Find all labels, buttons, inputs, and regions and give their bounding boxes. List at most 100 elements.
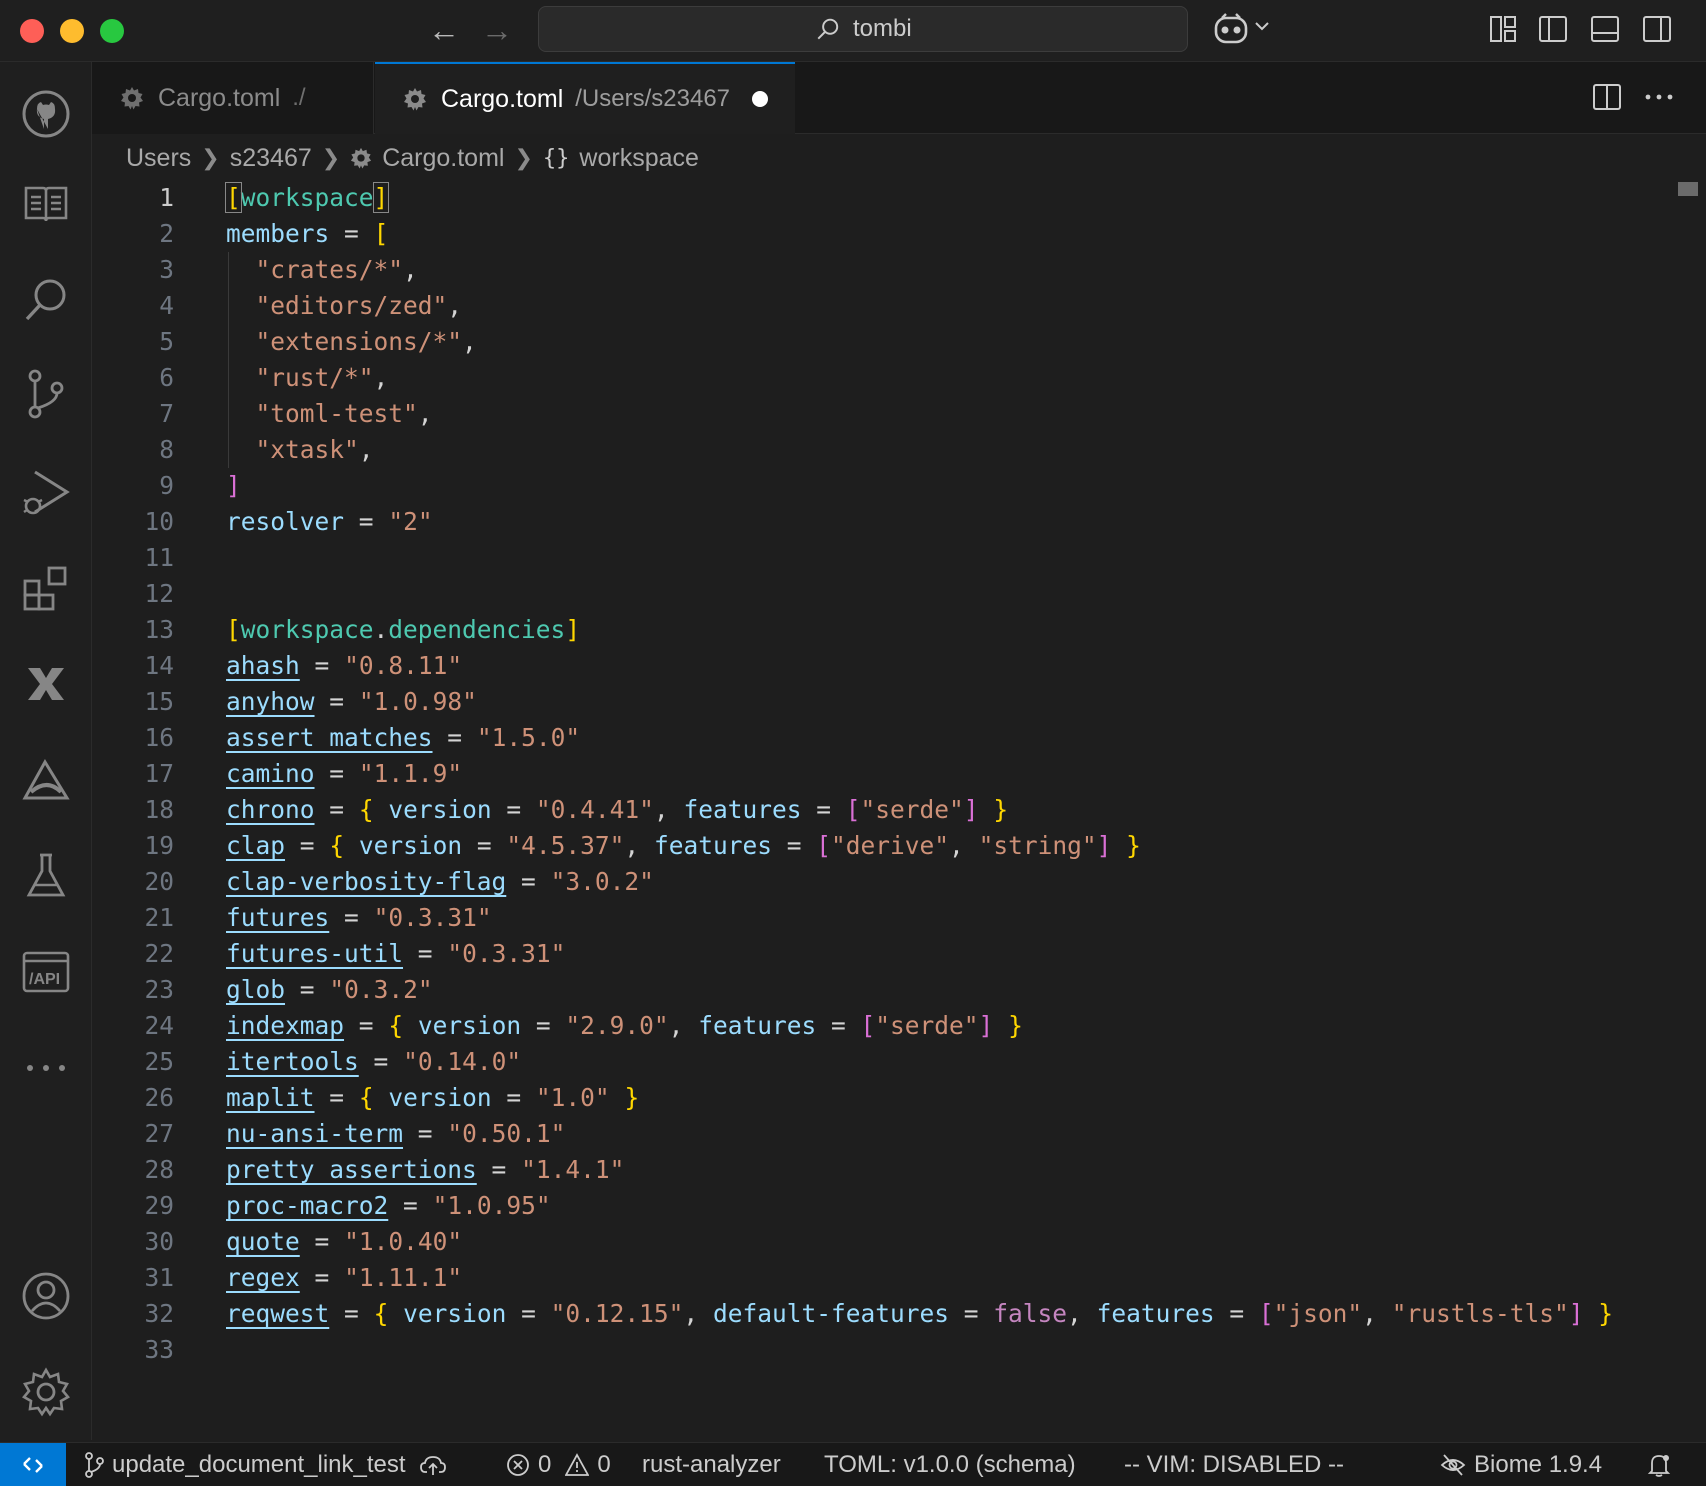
vim-status[interactable]: -- VIM: DISABLED -- [1124, 1443, 1344, 1486]
line-number: 32 [144, 1299, 174, 1328]
line-number: 6 [159, 363, 174, 392]
code-line[interactable]: 24 indexmap = { version = "2.9.0", featur… [92, 1008, 1682, 1044]
code-line[interactable]: 17 camino = "1.1.9" [92, 756, 1682, 792]
search-icon[interactable] [20, 274, 72, 326]
code-text: proc-macro2 = "1.0.95" [226, 1191, 551, 1220]
breadcrumb-item[interactable]: Users [126, 144, 191, 173]
toml-schema-status[interactable]: TOML: v1.0.0 (schema) [824, 1443, 1076, 1486]
code-line[interactable]: 33 [92, 1332, 1682, 1368]
tab-cargo-toml-user[interactable]: Cargo.toml /Users/s23467 [375, 62, 795, 134]
split-editor-icon[interactable] [1592, 82, 1622, 112]
account-icon[interactable] [20, 1270, 72, 1322]
code-line[interactable]: 16 assert_matches = "1.5.0" [92, 720, 1682, 756]
remote-indicator-icon[interactable] [0, 1443, 66, 1486]
line-number: 23 [144, 975, 174, 1004]
customize-layout-icon[interactable] [1488, 14, 1518, 44]
code-line[interactable]: 14 ahash = "0.8.11" [92, 648, 1682, 684]
docs-icon[interactable] [20, 178, 72, 230]
code-line[interactable]: 27 nu-ansi-term = "0.50.1" [92, 1116, 1682, 1152]
code-line[interactable]: 21 futures = "0.3.31" [92, 900, 1682, 936]
github-icon[interactable] [20, 88, 72, 140]
code-line[interactable]: 29 proc-macro2 = "1.0.95" [92, 1188, 1682, 1224]
back-arrow-icon[interactable]: ← [428, 12, 460, 48]
code-line[interactable]: 30 quote = "1.0.40" [92, 1224, 1682, 1260]
code-line[interactable]: 20 clap-verbosity-flag = "3.0.2" [92, 864, 1682, 900]
code-line[interactable]: 2 members = [ [92, 216, 1682, 252]
command-center-search[interactable]: tombi [538, 6, 1188, 52]
chevron-down-icon[interactable] [1254, 20, 1270, 32]
deploy-icon[interactable] [20, 754, 72, 806]
problems-status[interactable]: 0 0 [506, 1443, 611, 1486]
copilot-icon[interactable] [1212, 12, 1250, 46]
minimize-window-button[interactable] [60, 19, 84, 43]
tab-description: ./ [292, 84, 306, 111]
line-number: 33 [144, 1335, 174, 1364]
toggle-panel-icon[interactable] [1590, 14, 1620, 44]
code-line[interactable]: 5 "extensions/*", [92, 324, 1682, 360]
scrollbar-cursor-marker [1678, 182, 1698, 196]
breadcrumb-item[interactable]: s23467 [230, 144, 312, 173]
code-line[interactable]: 9] [92, 468, 1682, 504]
unsaved-dot-icon[interactable] [752, 91, 769, 107]
line-number: 20 [144, 867, 174, 896]
code-editor[interactable]: 1 [workspace] 2 members = [3 "crates/*", 4 "… [92, 180, 1706, 1442]
language-server-status[interactable]: rust-analyzer [642, 1443, 781, 1486]
code-line[interactable]: 10 resolver = "2" [92, 504, 1682, 540]
code-line[interactable]: 8 "xtask", [92, 432, 1682, 468]
breadcrumb-item[interactable]: workspace [579, 144, 699, 173]
code-line[interactable]: 1 [workspace] [92, 180, 1682, 216]
command-center-text: tombi [853, 15, 912, 42]
extensions-icon[interactable] [20, 562, 72, 614]
toggle-primary-sidebar-icon[interactable] [1538, 14, 1568, 44]
testing-flask-icon[interactable] [20, 850, 72, 902]
code-line[interactable]: 11 [92, 540, 1682, 576]
code-line[interactable]: 26 maplit = { version = "1.0" } [92, 1080, 1682, 1116]
line-number: 14 [144, 651, 174, 680]
code-text: "crates/*", [255, 255, 418, 284]
code-line[interactable]: 7 "toml-test", [92, 396, 1682, 432]
run-debug-icon[interactable] [20, 466, 72, 518]
remote-x-icon[interactable] [20, 658, 72, 710]
api-icon[interactable]: /API [20, 946, 72, 998]
more-icon[interactable] [20, 1042, 72, 1094]
biome-status[interactable]: Biome 1.9.4 [1440, 1443, 1602, 1486]
code-line[interactable]: 19 clap = { version = "4.5.37", features … [92, 828, 1682, 864]
branch-status[interactable]: update_document_link_test [84, 1443, 454, 1486]
code-line[interactable]: 3 "crates/*", [92, 252, 1682, 288]
line-number: 10 [144, 507, 174, 536]
tab-cargo-toml-root[interactable]: Cargo.toml ./ [92, 62, 374, 134]
code-text: "extensions/*", [255, 327, 477, 356]
maximize-window-button[interactable] [100, 19, 124, 43]
code-line[interactable]: 23 glob = "0.3.2" [92, 972, 1682, 1008]
code-line[interactable]: 18 chrono = { version = "0.4.41", feature… [92, 792, 1682, 828]
biome-version: Biome 1.9.4 [1474, 1451, 1603, 1478]
object-braces-icon: {} [542, 145, 570, 171]
code-line[interactable]: 28 pretty_assertions = "1.4.1" [92, 1152, 1682, 1188]
notifications-bell-icon[interactable] [1646, 1443, 1680, 1486]
toggle-secondary-sidebar-icon[interactable] [1642, 14, 1672, 44]
tab-label: Cargo.toml [158, 83, 281, 112]
line-number: 25 [144, 1047, 174, 1076]
code-text: chrono = { version = "0.4.41", features … [226, 795, 1009, 824]
code-line[interactable]: 31 regex = "1.11.1" [92, 1260, 1682, 1296]
close-window-button[interactable] [20, 19, 44, 43]
code-line[interactable]: 13 [workspace.dependencies] [92, 612, 1682, 648]
settings-gear-icon[interactable] [20, 1366, 72, 1418]
more-actions-icon[interactable] [1644, 92, 1674, 102]
cloud-upload-icon[interactable] [419, 1454, 446, 1476]
source-control-icon[interactable] [20, 368, 72, 420]
line-number: 7 [159, 399, 174, 428]
code-line[interactable]: 4 "editors/zed", [92, 288, 1682, 324]
code-line[interactable]: 25 itertools = "0.14.0" [92, 1044, 1682, 1080]
breadcrumb-item[interactable]: Cargo.toml [382, 144, 504, 173]
search-icon [817, 18, 839, 40]
line-number: 27 [144, 1119, 174, 1148]
forward-arrow-icon[interactable]: → [481, 12, 513, 48]
code-line[interactable]: 6 "rust/*", [92, 360, 1682, 396]
code-line[interactable]: 32 reqwest = { version = "0.12.15", defau… [92, 1296, 1682, 1332]
code-line[interactable]: 15 anyhow = "1.0.98" [92, 684, 1682, 720]
code-text: ahash = "0.8.11" [226, 651, 463, 680]
code-line[interactable]: 12 [92, 576, 1682, 612]
code-line[interactable]: 22 futures-util = "0.3.31" [92, 936, 1682, 972]
code-text: futures = "0.3.31" [226, 903, 492, 932]
